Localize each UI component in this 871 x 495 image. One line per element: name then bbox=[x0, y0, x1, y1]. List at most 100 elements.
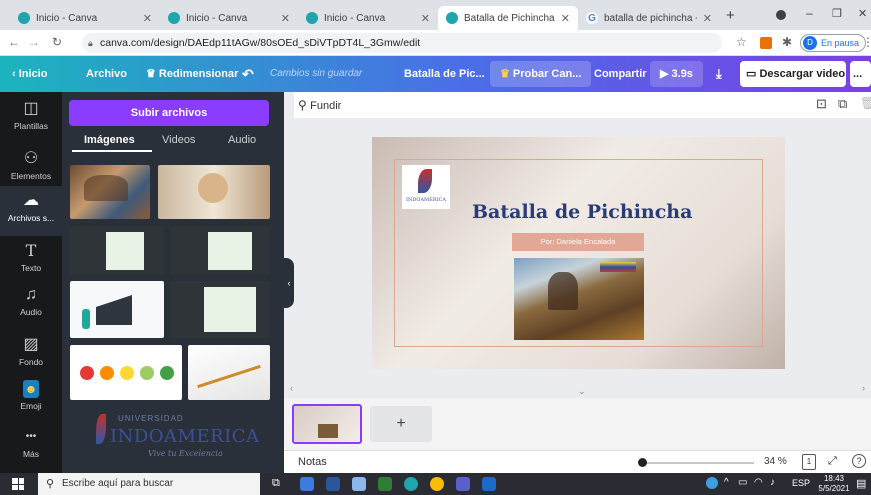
rail-item-more[interactable]: ••• Más bbox=[0, 422, 62, 472]
browser-tab[interactable]: Inicio - Canva ✕ bbox=[10, 6, 160, 30]
close-tab-icon[interactable]: ✕ bbox=[281, 12, 290, 25]
rail-label: Plantillas bbox=[13, 121, 49, 131]
audio-icon: ♫ bbox=[25, 286, 37, 303]
new-tab-icon[interactable]: + bbox=[726, 7, 735, 24]
extension-icon[interactable] bbox=[760, 37, 772, 49]
file-menu-button[interactable]: Archivo bbox=[86, 56, 127, 92]
uploaded-image-spreadsheet[interactable] bbox=[170, 226, 270, 275]
extensions-puzzle-icon[interactable]: ✱ bbox=[782, 35, 792, 49]
uploaded-image-battle-painting[interactable] bbox=[70, 165, 150, 219]
add-page-button[interactable]: + bbox=[370, 406, 432, 442]
home-back-button[interactable]: ‹ Inicio bbox=[12, 56, 47, 92]
download-video-button[interactable]: ▭ Descargar video bbox=[740, 61, 846, 87]
tray-app-icon[interactable] bbox=[706, 477, 718, 489]
slide-battle-image[interactable] bbox=[514, 258, 644, 340]
zoom-slider-track[interactable] bbox=[644, 462, 754, 464]
word-icon[interactable] bbox=[326, 477, 340, 491]
slide-author[interactable]: Por: Daniela Encalada bbox=[512, 233, 644, 251]
forward-icon[interactable]: → bbox=[28, 35, 40, 49]
taskbar-app-icon[interactable] bbox=[352, 477, 366, 491]
browser-tab[interactable]: G batalla de pichincha - Búsqu ✕ bbox=[578, 6, 720, 30]
slide-canvas[interactable]: INDOAMERICA Batalla de Pichincha Por: Da… bbox=[372, 137, 785, 369]
help-icon[interactable]: ? bbox=[852, 454, 866, 468]
add-page-icon[interactable]: ⊡ bbox=[816, 96, 827, 112]
reload-icon[interactable]: ↻ bbox=[52, 35, 62, 49]
browser-menu-icon[interactable]: ⋮ bbox=[862, 35, 871, 49]
uploaded-image-emoji-scale[interactable] bbox=[70, 345, 182, 400]
more-options-button[interactable]: ... bbox=[850, 61, 871, 87]
uploaded-image-spreadsheet[interactable] bbox=[170, 281, 270, 338]
windows-start-icon[interactable] bbox=[12, 478, 24, 490]
uploaded-image-illustration[interactable] bbox=[70, 281, 164, 338]
resize-button[interactable]: ♛ Redimensionar bbox=[146, 56, 238, 92]
task-view-icon[interactable]: ⧉ bbox=[272, 477, 280, 490]
notifications-icon[interactable]: ▤ bbox=[856, 477, 866, 490]
try-pro-button[interactable]: ♛ Probar Can... bbox=[490, 61, 592, 87]
uploaded-image-answer-sheet[interactable] bbox=[188, 345, 270, 400]
page-thumbnail[interactable] bbox=[292, 404, 362, 444]
scroll-left-icon[interactable]: ‹ bbox=[290, 383, 293, 393]
volume-icon[interactable]: ♪ bbox=[770, 477, 775, 488]
rail-item-audio[interactable]: ♫ Audio bbox=[0, 280, 62, 330]
taskbar-app-icon[interactable] bbox=[300, 477, 314, 491]
page-number-button[interactable]: 1 bbox=[802, 454, 816, 470]
canva-app-icon[interactable] bbox=[404, 477, 418, 491]
teams-icon[interactable] bbox=[456, 477, 470, 491]
profile-paused-chip[interactable]: D En pausa bbox=[800, 34, 867, 52]
chrome-icon[interactable] bbox=[430, 477, 444, 491]
tab-images[interactable]: Imágenes bbox=[84, 134, 135, 146]
slide-logo-box[interactable]: INDOAMERICA bbox=[402, 165, 450, 209]
clock[interactable]: 18:43 5/5/2021 bbox=[816, 474, 852, 494]
download-icon[interactable]: ⤓ bbox=[716, 56, 722, 92]
close-window-icon[interactable]: ✕ bbox=[858, 7, 867, 20]
browser-tab-active[interactable]: Batalla de Pichincha - 1080p ✕ bbox=[438, 6, 578, 30]
close-tab-icon[interactable]: ✕ bbox=[421, 12, 430, 25]
taskbar-app-icon[interactable] bbox=[378, 477, 392, 491]
uploaded-image-spreadsheet[interactable] bbox=[70, 226, 164, 275]
background-icon: ▨ bbox=[23, 336, 39, 353]
rail-item-background[interactable]: ▨ Fondo bbox=[0, 330, 62, 380]
design-title[interactable]: Batalla de Pic... bbox=[404, 56, 485, 92]
close-tab-icon[interactable]: ✕ bbox=[561, 12, 570, 25]
close-tab-icon[interactable]: ✕ bbox=[703, 12, 712, 25]
wifi-icon[interactable]: ◠ bbox=[754, 477, 763, 488]
url-field[interactable]: 🔒︎ canva.com/design/DAEdp11tAGw/80sOEd_s… bbox=[82, 33, 722, 53]
minimize-icon[interactable]: – bbox=[806, 6, 813, 20]
uploaded-image-teamwork[interactable] bbox=[158, 165, 270, 219]
tab-audio[interactable]: Audio bbox=[228, 134, 256, 146]
record-icon[interactable] bbox=[776, 10, 786, 20]
rail-item-text[interactable]: T Texto bbox=[0, 236, 62, 286]
play-button[interactable]: ▶ 3.9s bbox=[650, 61, 703, 87]
delete-page-icon[interactable]: 🗑︎ bbox=[860, 96, 871, 110]
language-indicator[interactable]: ESP bbox=[792, 478, 810, 488]
zoom-slider-thumb[interactable] bbox=[638, 458, 647, 467]
upload-files-button[interactable]: Subir archivos bbox=[69, 100, 269, 126]
zoom-level[interactable]: 34 % bbox=[764, 456, 787, 467]
transition-icon: ⚲ bbox=[298, 98, 311, 112]
taskbar-search[interactable]: ⚲ Escribe aquí para buscar bbox=[38, 473, 260, 495]
undo-icon[interactable]: ↶ bbox=[242, 56, 254, 92]
notes-button[interactable]: Notas bbox=[298, 456, 327, 468]
rail-item-templates[interactable]: ◫ Plantillas bbox=[0, 94, 62, 144]
tab-videos[interactable]: Videos bbox=[162, 134, 195, 146]
share-button[interactable]: Compartir bbox=[594, 56, 647, 92]
transition-effect-button[interactable]: ⚲ Fundir bbox=[298, 98, 341, 112]
taskbar-app-icon[interactable] bbox=[482, 477, 496, 491]
browser-tab[interactable]: Inicio - Canva ✕ bbox=[298, 6, 438, 30]
page-strip: + bbox=[284, 398, 871, 450]
restore-icon[interactable]: ❐ bbox=[832, 7, 842, 20]
collapse-pages-icon[interactable]: ⌄ bbox=[578, 386, 586, 397]
rail-item-uploads[interactable]: ☁ Archivos s... bbox=[0, 186, 62, 236]
slide-title[interactable]: Batalla de Pichincha bbox=[472, 201, 692, 223]
rail-item-emoji[interactable]: ☻ Emoji bbox=[0, 374, 62, 424]
tray-chevron-up-icon[interactable]: ^ bbox=[724, 477, 729, 488]
bookmark-star-icon[interactable]: ☆ bbox=[736, 35, 747, 49]
duplicate-page-icon[interactable]: ⧉ bbox=[838, 96, 847, 112]
fullscreen-icon[interactable]: ⤢ bbox=[828, 455, 837, 468]
collapse-panel-handle[interactable]: ‹ bbox=[284, 258, 294, 308]
browser-tab[interactable]: Inicio - Canva ✕ bbox=[160, 6, 298, 30]
scroll-right-icon[interactable]: › bbox=[862, 383, 865, 393]
back-icon[interactable]: ← bbox=[8, 35, 20, 49]
battery-icon[interactable]: ▭ bbox=[738, 477, 747, 488]
close-tab-icon[interactable]: ✕ bbox=[143, 12, 152, 25]
